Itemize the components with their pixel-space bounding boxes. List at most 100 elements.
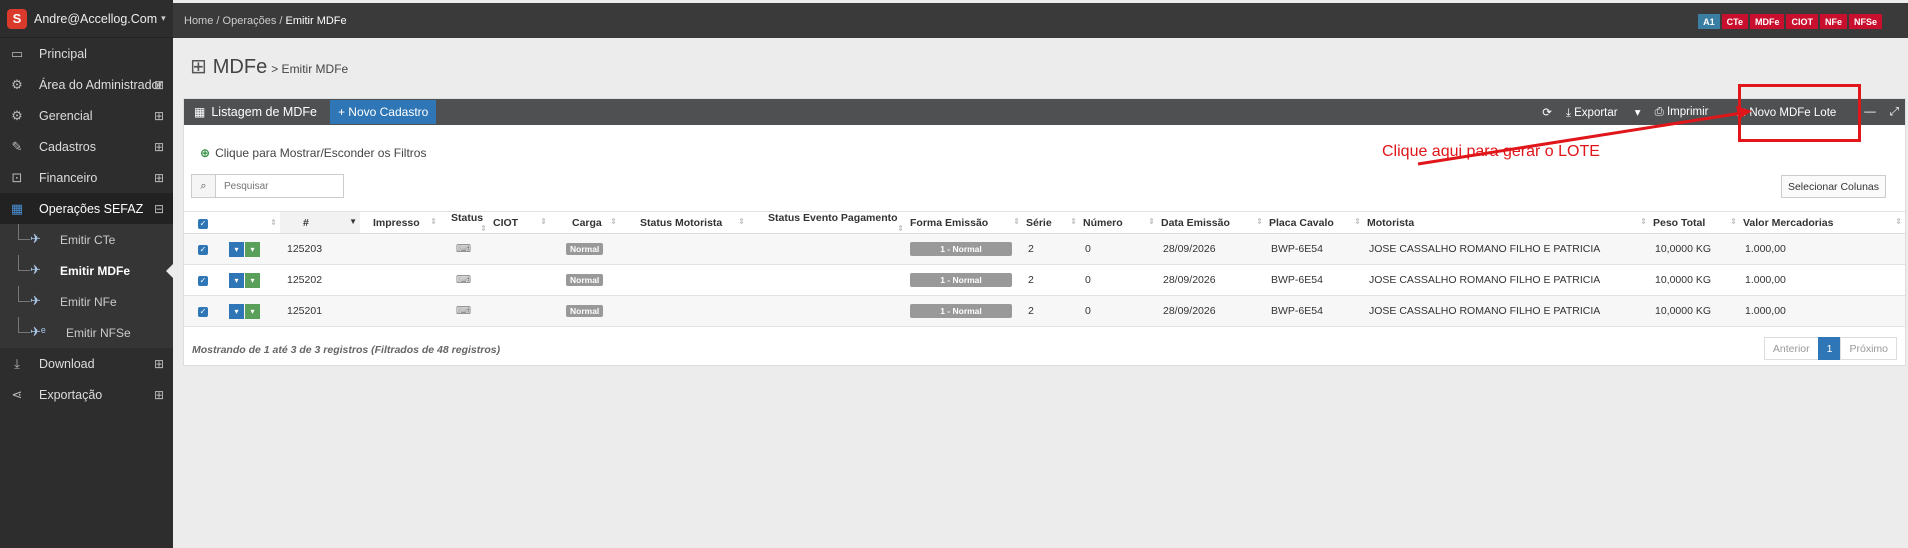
cell-valor: 1.000,00: [1740, 295, 1905, 327]
cell-data: 28/09/2026: [1158, 233, 1266, 265]
pagination-page[interactable]: 1: [1817, 337, 1842, 360]
sidebar-subitem-emitir-mdfe[interactable]: ✈ Emitir MDFe: [0, 255, 173, 286]
row-checkbox[interactable]: ✓: [184, 233, 220, 265]
pagination: Anterior 1 Próximo: [1763, 337, 1897, 360]
sidebar-subitem-emitir-nfse[interactable]: ✈ᵉ Emitir NFSe: [0, 317, 173, 348]
cell-peso: 10,0000 KG: [1650, 233, 1740, 265]
row-checkbox[interactable]: ✓: [184, 264, 220, 296]
row-dropdown-button[interactable]: ▾: [245, 241, 260, 257]
sidebar-subitem-emitir-cte[interactable]: ✈ Emitir CTe: [0, 224, 173, 255]
search-input[interactable]: [216, 174, 344, 198]
print-label: Imprimir: [1666, 105, 1709, 118]
sidebar-item-admin[interactable]: ⚙ Área do Administrador ⊞: [0, 69, 173, 100]
row-dropdown-button[interactable]: ▾: [229, 241, 244, 257]
column-header[interactable]: Forma Emissão ⇕: [907, 211, 1023, 234]
cell-carga: Normal: [550, 295, 620, 327]
column-header[interactable]: Carga ⇕: [550, 211, 620, 234]
top-bar: Home / Operações / Emitir MDFe A1 CTe MD…: [173, 0, 1908, 38]
sidebar: S Andre@Accellog.Com ▾ ▭ Principal ⚙ Áre…: [0, 0, 173, 548]
sidebar-subitem-emitir-nfe[interactable]: ✈ Emitir NFe: [0, 286, 173, 317]
breadcrumb-operacoes[interactable]: Operações: [223, 15, 277, 27]
cell-forma: 1 - Normal: [907, 264, 1023, 296]
page-subtitle: > Emitir MDFe: [271, 62, 349, 76]
sidebar-item-cadastros[interactable]: ✎ Cadastros ⊞: [0, 131, 173, 162]
select-all-checkbox[interactable]: ✓: [184, 211, 220, 234]
column-header[interactable]: Status Motorista ⇕: [620, 211, 748, 234]
sidebar-user-header[interactable]: S Andre@Accellog.Com ▾: [0, 0, 173, 38]
column-header[interactable]: Número ⇕: [1080, 211, 1158, 234]
sidebar-item-label: Financeiro: [39, 170, 98, 185]
status-icon: ⌨: [456, 243, 472, 255]
column-header[interactable]: Data Emissão ⇕: [1158, 211, 1266, 234]
pagination-next[interactable]: Próximo: [1840, 337, 1897, 360]
column-header[interactable]: CIOT ⇕: [490, 211, 550, 234]
sidebar-submenu: ✈ Emitir CTe ✈ Emitir MDFe ✈ Emitir NFe …: [0, 224, 173, 348]
table-row[interactable]: ✓ ▾ ▾ 125201 ⌨ Normal 1 - Normal 2 0 28/0…: [184, 295, 1905, 327]
cell-ciot: [490, 295, 550, 327]
sidebar-item-download[interactable]: ⤓ Download ⊞: [0, 348, 173, 379]
download-icon: ⤓: [14, 355, 20, 371]
user-menu[interactable]: Andre@Accellog.Com: [34, 12, 157, 26]
column-header[interactable]: Série ⇕: [1023, 211, 1080, 234]
cell-id: 125203: [280, 233, 360, 265]
select-columns-button[interactable]: Selecionar Colunas: [1780, 175, 1886, 198]
breadcrumb-separator: /: [216, 14, 220, 27]
cell-impresso: [360, 264, 440, 296]
status-icon: ⌨: [456, 274, 472, 286]
panel-header: ▦ Listagem de MDFe + Novo Cadastro ⟳ ⤓ E…: [184, 99, 1905, 125]
search-box: ⌕: [191, 174, 344, 198]
sidebar-item-operacoes-sefaz[interactable]: ▦ Operações SEFAZ ⊟: [0, 193, 173, 224]
minimize-icon[interactable]: —: [1864, 106, 1876, 118]
refresh-icon[interactable]: ⟳: [1542, 105, 1552, 119]
sidebar-item-exportacao[interactable]: ⋖ Exportação ⊞: [0, 379, 173, 410]
table-row[interactable]: ✓ ▾ ▾ 125203 ⌨ Normal 1 - Normal 2 0 28/0…: [184, 233, 1905, 265]
sidebar-item-principal[interactable]: ▭ Principal: [0, 38, 173, 69]
cell-serie: 2: [1023, 295, 1080, 327]
mdfe-table: ✓ ⇕ # ▼ Impresso ⇕ Status ⇕ CIOT ⇕ Carga ⇕ St…: [184, 211, 1905, 327]
annotation-text: Clique aqui para gerar o LOTE: [1382, 143, 1600, 160]
row-checkbox[interactable]: ✓: [184, 295, 220, 327]
sidebar-item-label: Área do Administrador: [39, 77, 163, 92]
cell-placa: BWP-6E54: [1266, 295, 1364, 327]
expand-icon: ⊞: [153, 77, 164, 92]
expand-icon: ⊞: [153, 108, 164, 123]
share-icon: ⋖: [11, 386, 23, 402]
expand-icon: ⊞: [153, 387, 164, 402]
column-header[interactable]: Peso Total ⇕: [1650, 211, 1740, 234]
print-button[interactable]: ⎙ Imprimir: [1655, 106, 1723, 119]
new-record-button[interactable]: + Novo Cadastro: [329, 100, 437, 124]
tree-branch: [18, 317, 30, 333]
row-dropdown-button[interactable]: ▾: [229, 272, 244, 288]
breadcrumb-home[interactable]: Home: [184, 15, 213, 27]
row-dropdown-button[interactable]: ▾: [245, 272, 260, 288]
column-header[interactable]: Motorista ⇕: [1364, 211, 1650, 234]
column-header[interactable]: Status Evento Pagamento ⇕: [748, 211, 907, 234]
column-header[interactable]: Status ⇕: [440, 211, 490, 234]
pagination-prev[interactable]: Anterior: [1763, 337, 1819, 360]
row-dropdown-button[interactable]: ▾: [229, 303, 244, 319]
cell-status: ⌨: [440, 295, 490, 327]
expand-icon[interactable]: ⤢: [1890, 106, 1899, 119]
cell-motorista: JOSE CASSALHO ROMANO FILHO E PATRICIA: [1364, 233, 1650, 265]
row-dropdown-button[interactable]: ▾: [245, 303, 260, 319]
column-header[interactable]: Placa Cavalo ⇕: [1266, 211, 1364, 234]
search-icon[interactable]: ⌕: [191, 174, 216, 198]
column-header[interactable]: # ▼: [280, 211, 360, 234]
sidebar-item-label: Principal: [39, 46, 87, 61]
cell-serie: 2: [1023, 233, 1080, 265]
table-row[interactable]: ✓ ▾ ▾ 125202 ⌨ Normal 1 - Normal 2 0 28/0…: [184, 264, 1905, 296]
export-button[interactable]: ⤓ Exportar ▾: [1566, 105, 1641, 120]
sidebar-item-label: Operações SEFAZ: [39, 201, 144, 216]
gears-icon: ⚙: [11, 76, 23, 92]
cell-ciot: [490, 264, 550, 296]
column-header[interactable]: Impresso ⇕: [360, 211, 440, 234]
collapse-icon: ⊟: [153, 201, 164, 216]
toggle-filters-link[interactable]: ⊕ Clique para Mostrar/Esconder os Filtro…: [200, 146, 426, 160]
sidebar-item-gerencial[interactable]: ⚙ Gerencial ⊞: [0, 100, 173, 131]
cell-forma: 1 - Normal: [907, 233, 1023, 265]
gears-icon: ⚙: [11, 107, 23, 123]
sidebar-item-financeiro[interactable]: ⊡ Financeiro ⊞: [0, 162, 173, 193]
column-header[interactable]: Valor Mercadorias ⇕: [1740, 211, 1905, 234]
cell-peso: 10,0000 KG: [1650, 264, 1740, 296]
badge-cte: CTe: [1721, 14, 1748, 29]
